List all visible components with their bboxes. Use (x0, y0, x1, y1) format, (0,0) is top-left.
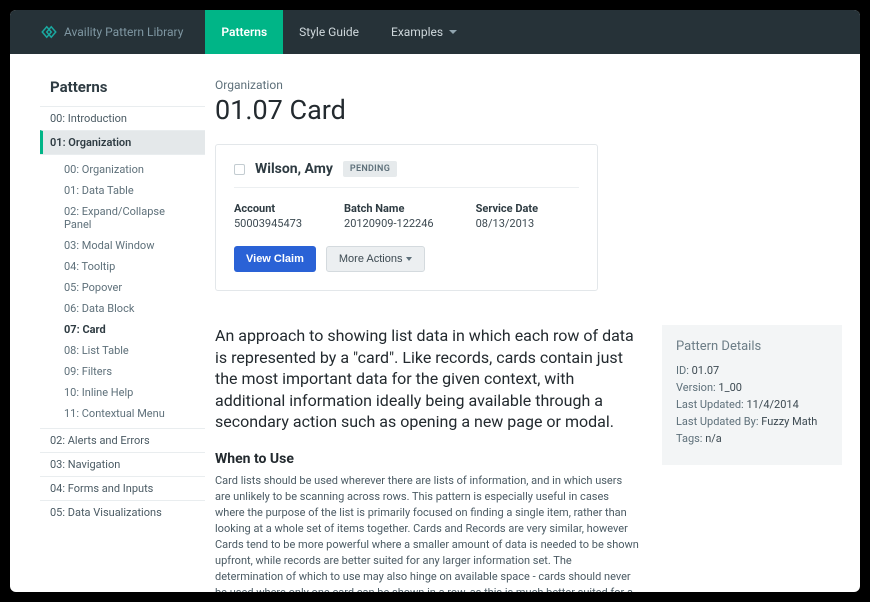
card-checkbox[interactable] (234, 164, 245, 175)
details-value: 01.07 (692, 364, 720, 377)
more-actions-button[interactable]: More Actions (326, 246, 426, 272)
sidebar-sub-item[interactable]: 01: Data Table (40, 180, 205, 201)
card-field-value: 20120909-122246 (344, 217, 434, 230)
sidebar-sub-item[interactable]: 06: Data Block (40, 298, 205, 319)
sidebar-item[interactable]: 05: Data Visualizations (40, 500, 205, 524)
card-field-value: 08/13/2013 (476, 217, 538, 230)
breadcrumb: Organization (215, 78, 842, 92)
details-key: Last Updated By: (676, 415, 761, 428)
card-field-label: Batch Name (344, 202, 434, 215)
view-claim-button[interactable]: View Claim (234, 246, 316, 272)
card-field-value: 50003945473 (234, 217, 302, 230)
details-row: Version: 1_00 (676, 381, 828, 394)
pattern-details-title: Pattern Details (676, 339, 828, 354)
when-to-use-heading: When to Use (215, 451, 640, 467)
details-value: 11/4/2014 (746, 398, 798, 411)
chevron-down-icon (449, 30, 457, 34)
sidebar-sub-item[interactable]: 05: Popover (40, 277, 205, 298)
nav-item-patterns[interactable]: Patterns (205, 10, 283, 54)
brand-logo-icon (40, 23, 58, 41)
details-key: Tags: (676, 432, 705, 445)
pattern-details-panel: Pattern Details ID: 01.07 Version: 1_00 La… (662, 325, 842, 465)
sidebar-sub-item[interactable]: 03: Modal Window (40, 235, 205, 256)
details-value: Fuzzy Math (761, 415, 817, 428)
sidebar-title: Patterns (40, 78, 205, 106)
sidebar-sub-item[interactable]: 08: List Table (40, 340, 205, 361)
sidebar-item[interactable]: 03: Navigation (40, 452, 205, 476)
card-field: Account 50003945473 (234, 202, 302, 230)
details-value: n/a (705, 432, 722, 445)
sidebar-item[interactable]: 01: Organization (40, 130, 205, 154)
details-key: Version: (676, 381, 718, 394)
nav-item-label: Examples (391, 25, 443, 39)
top-nav: Availity Pattern Library Patterns Style G… (10, 10, 860, 54)
details-key: ID: (676, 364, 692, 377)
details-row: Tags: n/a (676, 432, 828, 445)
details-value: 1_00 (718, 381, 742, 394)
card-person-name: Wilson, Amy (255, 161, 333, 177)
nav-item-examples[interactable]: Examples (375, 10, 473, 54)
brand-label: Availity Pattern Library (64, 25, 183, 39)
sidebar-item[interactable]: 02: Alerts and Errors (40, 428, 205, 452)
pattern-description: An approach to showing list data in whic… (215, 325, 640, 433)
details-row: ID: 01.07 (676, 364, 828, 377)
main-content: Organization 01.07 Card Wilson, Amy PEND… (205, 54, 860, 592)
card-field: Batch Name 20120909-122246 (344, 202, 434, 230)
nav-item-label: Patterns (221, 25, 267, 39)
status-badge: PENDING (343, 161, 397, 177)
card-field: Service Date 08/13/2013 (476, 202, 538, 230)
sidebar-sub-item[interactable]: 10: Inline Help (40, 382, 205, 403)
details-key: Last Updated: (676, 398, 746, 411)
sidebar-sub-item[interactable]: 09: Filters (40, 361, 205, 382)
brand[interactable]: Availity Pattern Library (40, 23, 183, 41)
example-card: Wilson, Amy PENDING Account 50003945473 Ba… (215, 144, 598, 291)
sidebar-sub-item[interactable]: 11: Contextual Menu (40, 403, 205, 424)
sidebar-item[interactable]: 00: Introduction (40, 106, 205, 130)
details-row: Last Updated: 11/4/2014 (676, 398, 828, 411)
sidebar-sub-item[interactable]: 04: Tooltip (40, 256, 205, 277)
chevron-down-icon (406, 257, 412, 261)
sidebar: Patterns 00: Introduction01: Organizatio… (10, 54, 205, 592)
sidebar-sub-item[interactable]: 00: Organization (40, 159, 205, 180)
card-field-label: Service Date (476, 202, 538, 215)
nav-item-label: Style Guide (299, 25, 359, 39)
sidebar-item[interactable]: 04: Forms and Inputs (40, 476, 205, 500)
sidebar-sub-item[interactable]: 07: Card (40, 319, 205, 340)
sidebar-sub-item[interactable]: 02: Expand/Collapse Panel (40, 201, 205, 235)
details-row: Last Updated By: Fuzzy Math (676, 415, 828, 428)
more-actions-label: More Actions (339, 253, 403, 265)
when-to-use-body: Card lists should be used wherever there… (215, 473, 640, 592)
page-title: 01.07 Card (215, 94, 842, 126)
card-field-label: Account (234, 202, 302, 215)
nav-item-style-guide[interactable]: Style Guide (283, 10, 375, 54)
